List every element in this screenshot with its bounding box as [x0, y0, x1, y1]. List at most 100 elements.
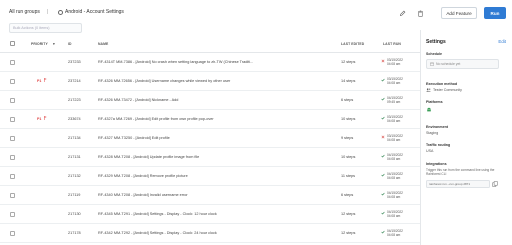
test-id: 217134: [68, 136, 81, 140]
test-id: 217131: [68, 155, 81, 159]
test-name[interactable]: RF-4329 MM-T208 - [Android] Remove profi…: [98, 174, 293, 178]
last-run[interactable]: 03/15/2022 04:08 am: [381, 115, 403, 123]
trash-icon[interactable]: [415, 8, 425, 18]
add-feature-button[interactable]: Add Feature: [441, 7, 477, 19]
table-row[interactable]: 217131 RF-4328 MM-T208 - [Android] Update…: [0, 148, 420, 167]
platform-badge: [426, 106, 443, 112]
row-checkbox[interactable]: [10, 230, 15, 236]
last-run-datetime: 04/15/2022 04:08 am: [387, 172, 403, 180]
settings-edit-link[interactable]: Edit: [498, 39, 506, 44]
test-name[interactable]: RF-4326 MM-73472 - [Android] Nickname - …: [98, 98, 293, 102]
test-id: 237214: [68, 79, 81, 83]
test-id: 217132: [68, 174, 81, 178]
row-checkbox[interactable]: [10, 78, 15, 84]
test-steps: 10 steps: [341, 155, 356, 159]
last-run[interactable]: 04/15/2022 04:08 am: [381, 210, 403, 218]
test-steps: 12 steps: [341, 212, 356, 216]
test-name[interactable]: RF-4342 MM-T292 - [Android] Settings - D…: [98, 231, 293, 235]
table-row[interactable]: 217130 RF-4345 MM-T291 - [Android] Settin…: [0, 205, 420, 224]
calendar-icon: [430, 62, 434, 66]
table-body: 237233 RF-4314T MM-7386 - [Android] No cr…: [0, 53, 420, 243]
last-run-time: 04:08 am: [387, 214, 401, 218]
last-run-time: 04:08 am: [387, 176, 401, 180]
community-icon: [426, 88, 431, 92]
breadcrumb-root[interactable]: All run groups: [9, 9, 40, 15]
execution-value: Tester Community: [433, 88, 462, 92]
schedule-value: No schedule yet: [436, 62, 461, 66]
table-row[interactable]: 217223 RF-4326 MM-73472 - [Android] Nickn…: [0, 91, 420, 110]
settings-title: Settings: [426, 39, 446, 45]
column-last-edited[interactable]: LAST EDITED: [341, 42, 364, 46]
last-run-datetime: 03/15/2022 04:08 am: [387, 58, 403, 66]
test-name[interactable]: RF-4327 MM-T3250 - [Android] Edit profil…: [98, 136, 293, 140]
table-row[interactable]: 217178 RF-4342 MM-T292 - [Android] Settin…: [0, 224, 420, 243]
check-icon: [381, 229, 385, 235]
table-row[interactable]: P1 237214 RF-4326 MM-72656 - [Android] Use…: [0, 72, 420, 91]
last-run-datetime: 03/15/2022 04:08 am: [387, 77, 403, 85]
environment-value: Staging: [426, 131, 439, 135]
row-checkbox[interactable]: [10, 192, 15, 198]
column-name[interactable]: NAME: [98, 42, 108, 46]
chevron-down-icon[interactable]: ▾: [53, 42, 55, 46]
run-button[interactable]: Run: [484, 7, 506, 19]
last-run-time: 04:08 am: [387, 233, 401, 237]
run-group-title: Android - Account Settings: [65, 9, 124, 15]
panel-divider: [420, 30, 421, 245]
test-name[interactable]: RF-4314T MM-7386 - [Android] No crash wh…: [98, 60, 293, 64]
priority-label: P1: [37, 78, 42, 83]
last-run[interactable]: 04/15/2022 09:45 am: [381, 96, 403, 104]
table-row[interactable]: 217119 RF-4340 MM-T208 - [Android] Invali…: [0, 186, 420, 205]
row-checkbox[interactable]: [10, 135, 15, 141]
flag-icon: [44, 116, 48, 121]
check-icon: [381, 172, 385, 178]
test-name[interactable]: RF-4326 MM-72656 - [Android] Username ch…: [98, 79, 293, 83]
row-checkbox[interactable]: [10, 59, 15, 65]
last-run[interactable]: 04/15/2022 04:08 am: [381, 191, 403, 199]
test-name[interactable]: RF-4345 MM-T291 - [Android] Settings - D…: [98, 212, 293, 216]
edit-icon[interactable]: [397, 8, 407, 18]
last-run[interactable]: 03/15/2022 04:08 am: [381, 134, 403, 142]
row-checkbox[interactable]: [10, 97, 15, 103]
traffic-label: Traffic routing: [426, 143, 451, 147]
column-id[interactable]: ID: [68, 42, 72, 46]
row-checkbox[interactable]: [10, 173, 15, 179]
test-steps: 6 steps: [341, 98, 354, 102]
breadcrumb-current: Android - Account Settings: [58, 9, 124, 15]
select-all-checkbox[interactable]: [10, 41, 15, 46]
row-checkbox[interactable]: [10, 116, 15, 122]
last-run[interactable]: 04/15/2022 04:08 am: [381, 153, 403, 161]
table-row[interactable]: 217134 RF-4327 MM-T3250 - [Android] Edit …: [0, 129, 420, 148]
last-run[interactable]: 03/15/2022 04:08 am: [381, 77, 403, 85]
flag-icon: [44, 78, 48, 83]
environment-section: Environment Staging: [426, 125, 448, 135]
integrations-section: Integrations Trigger this run from the c…: [426, 162, 500, 188]
priority-indicator: P1: [37, 78, 48, 83]
test-id: 217178: [68, 231, 81, 235]
cli-command-field[interactable]: rainforest run --run-group 2871: [426, 179, 490, 188]
table-row[interactable]: 217132 RF-4329 MM-T208 - [Android] Remove…: [0, 167, 420, 186]
row-checkbox[interactable]: [10, 154, 15, 160]
schedule-field[interactable]: No schedule yet: [426, 59, 499, 69]
test-steps: 11 steps: [341, 174, 356, 178]
copy-icon[interactable]: [492, 181, 498, 187]
test-steps: 6 steps: [341, 193, 354, 197]
last-run-datetime: 03/15/2022 04:08 am: [387, 134, 403, 142]
last-run-datetime: 03/15/2022 04:08 am: [387, 115, 403, 123]
test-name[interactable]: RF-4340 MM-T208 - [Android] Invalid user…: [98, 193, 293, 197]
android-icon: [427, 107, 431, 112]
table-row[interactable]: 237233 RF-4314T MM-7386 - [Android] No cr…: [0, 53, 420, 72]
bulk-actions-dropdown[interactable]: Bulk Actions (0 items): [9, 23, 82, 33]
column-priority[interactable]: PRIORITY: [31, 42, 48, 46]
last-run[interactable]: 04/15/2022 04:08 am: [381, 172, 403, 180]
table-row[interactable]: P1 233674 RF-4327a MM-7269 - [Android] Edi…: [0, 110, 420, 129]
platforms-section: Platforms: [426, 100, 443, 112]
column-last-run[interactable]: LAST RUN: [383, 42, 401, 46]
test-name[interactable]: RF-4328 MM-T208 - [Android] Update profi…: [98, 155, 293, 159]
last-run-time: 04:08 am: [387, 195, 401, 199]
test-name[interactable]: RF-4327a MM-7269 - [Android] Edit profil…: [98, 117, 293, 121]
last-run[interactable]: 03/15/2022 04:08 am: [381, 58, 403, 66]
last-run[interactable]: 04/15/2022 04:08 am: [381, 229, 403, 237]
table-header: PRIORITY ▾ ID NAME LAST EDITED LAST RUN: [0, 36, 420, 53]
row-checkbox[interactable]: [10, 211, 15, 217]
check-icon: [381, 115, 385, 121]
